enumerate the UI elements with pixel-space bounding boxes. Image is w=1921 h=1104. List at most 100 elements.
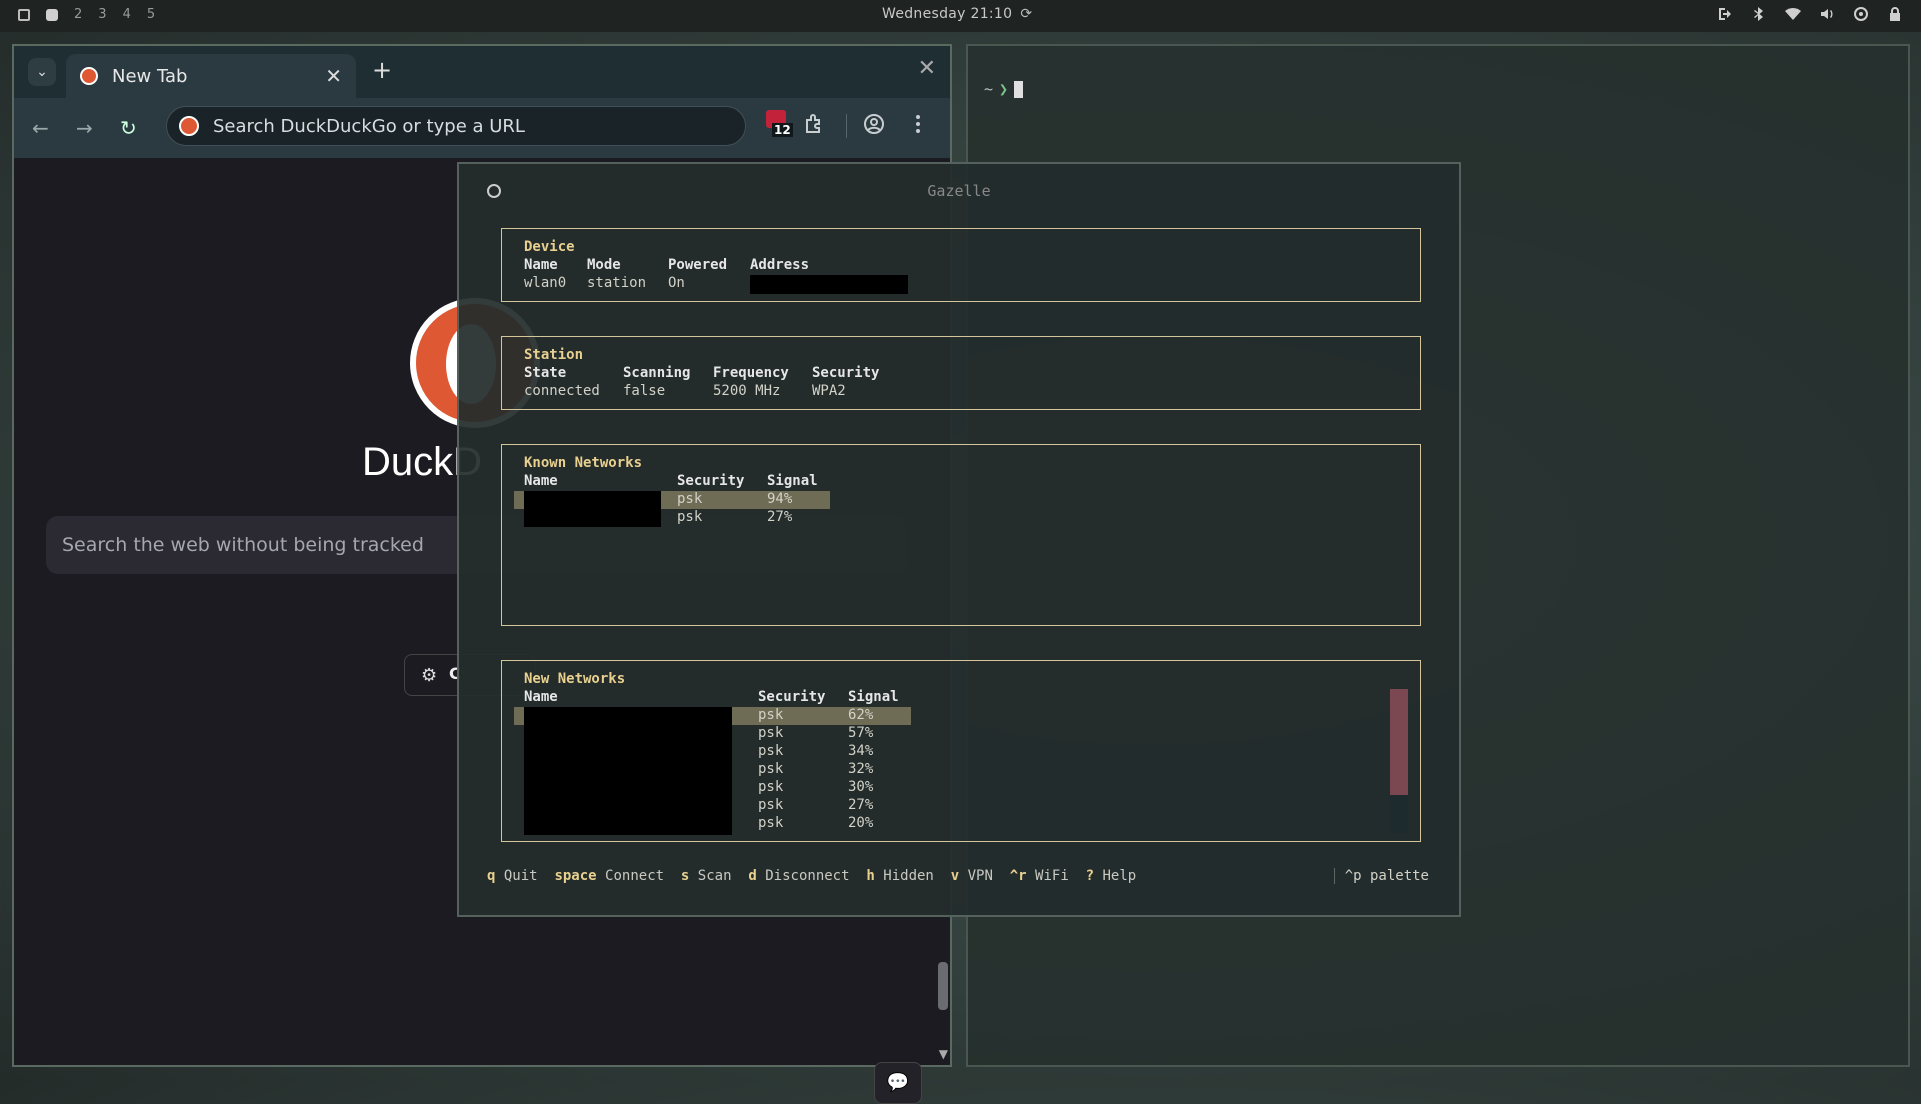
duckduckgo-favicon-icon bbox=[80, 67, 98, 85]
new-security: psk bbox=[758, 797, 784, 813]
station-security: WPA2 bbox=[812, 383, 846, 399]
ddg-search-placeholder: Search the web without being tracked bbox=[62, 534, 424, 556]
workspace-2[interactable]: 2 bbox=[74, 7, 82, 22]
tab-title: New Tab bbox=[112, 66, 188, 87]
known-header-row: Name Security Signal bbox=[524, 473, 818, 489]
new-header-signal: Signal bbox=[848, 689, 899, 705]
tab-strip: ⌄ New Tab ✕ + ✕ bbox=[14, 46, 950, 98]
new-networks-title: New Networks bbox=[524, 671, 626, 687]
device-panel: Device Name Mode Powered Address wlan0 s… bbox=[501, 228, 1421, 302]
network-icon[interactable] bbox=[1853, 6, 1869, 22]
known-signal: 27% bbox=[767, 509, 793, 525]
station-frequency: 5200 MHz bbox=[713, 383, 781, 399]
keybind-help[interactable]: ? Help bbox=[1086, 868, 1137, 884]
keybind-hidden[interactable]: h Hidden bbox=[866, 868, 950, 884]
workspace-4[interactable]: 4 bbox=[123, 7, 131, 22]
new-signal: 62% bbox=[848, 707, 874, 723]
scroll-down-icon[interactable]: ▼ bbox=[939, 1047, 948, 1061]
clock-text: Wednesday 21:10 bbox=[882, 6, 1013, 22]
device-header-name: Name bbox=[524, 257, 558, 273]
prompt-arrow: ❯ bbox=[999, 80, 1009, 98]
device-header-powered: Powered bbox=[668, 257, 728, 273]
layout-icon[interactable] bbox=[18, 8, 30, 21]
new-security: psk bbox=[758, 815, 784, 831]
logout-icon[interactable] bbox=[1717, 6, 1733, 22]
known-security: psk bbox=[677, 491, 703, 507]
extensions-puzzle-icon[interactable] bbox=[802, 112, 826, 136]
keybind-connect[interactable]: space Connect bbox=[554, 868, 680, 884]
known-networks-panel: Known Networks Name Security Signal psk … bbox=[501, 444, 1421, 626]
new-networks-scroll-thumb[interactable] bbox=[1390, 689, 1408, 795]
extension-badge-count: 12 bbox=[772, 123, 793, 137]
device-name: wlan0 bbox=[524, 275, 567, 291]
redacted-new-names bbox=[524, 707, 732, 835]
wifi-icon[interactable] bbox=[1785, 6, 1801, 22]
tab-close-icon[interactable]: ✕ bbox=[325, 64, 342, 88]
keybind-footer: q Quit space Connect s Scan d Disconnect… bbox=[487, 868, 1431, 884]
feedback-icon[interactable]: 💬 bbox=[874, 1062, 922, 1104]
extension-button[interactable]: 12 bbox=[766, 110, 793, 138]
known-header-security: Security bbox=[677, 473, 745, 489]
new-header-security: Security bbox=[758, 689, 826, 705]
keybind-scan[interactable]: s Scan bbox=[681, 868, 748, 884]
new-networks-panel: New Networks Name Security Signal psk 62%… bbox=[501, 660, 1421, 842]
device-title: Device bbox=[524, 239, 575, 255]
station-title: Station bbox=[524, 347, 584, 363]
keybind-quit[interactable]: q Quit bbox=[487, 868, 554, 884]
redacted-known-names bbox=[524, 491, 661, 527]
lock-icon[interactable] bbox=[1887, 6, 1903, 22]
scrollbar-thumb[interactable] bbox=[938, 962, 948, 1010]
sliders-icon: ⚙ bbox=[421, 665, 438, 686]
device-mode: station bbox=[587, 275, 647, 291]
system-tray bbox=[1717, 6, 1903, 22]
forward-icon[interactable]: → bbox=[76, 116, 93, 140]
station-header-state: State bbox=[524, 365, 567, 381]
browser-toolbar: ← → ↻ Search DuckDuckGo or type a URL 12 bbox=[14, 98, 950, 158]
device-header-row: Name Mode Powered Address bbox=[524, 257, 809, 273]
workspace-3[interactable]: 3 bbox=[98, 7, 106, 22]
address-bar-placeholder: Search DuckDuckGo or type a URL bbox=[213, 116, 525, 137]
station-header-frequency: Frequency bbox=[713, 365, 789, 381]
bluetooth-icon[interactable] bbox=[1751, 6, 1767, 22]
address-bar[interactable]: Search DuckDuckGo or type a URL bbox=[166, 106, 746, 146]
known-networks-title: Known Networks bbox=[524, 455, 643, 471]
back-icon[interactable]: ← bbox=[32, 116, 49, 140]
device-powered: On bbox=[668, 275, 685, 291]
new-tab-button[interactable]: + bbox=[372, 56, 392, 84]
keybind-vpn[interactable]: v VPN bbox=[951, 868, 1010, 884]
tab-new-tab[interactable]: New Tab ✕ bbox=[66, 54, 356, 98]
clock[interactable]: Wednesday 21:10 ⟳ bbox=[882, 6, 1032, 22]
new-signal: 32% bbox=[848, 761, 874, 777]
new-signal: 57% bbox=[848, 725, 874, 741]
shell-prompt: ~ ❯ bbox=[984, 80, 1024, 98]
station-header-scanning: Scanning bbox=[623, 365, 691, 381]
window-close-icon[interactable]: ✕ bbox=[918, 56, 936, 81]
profile-icon[interactable] bbox=[862, 112, 886, 136]
station-state: connected bbox=[524, 383, 600, 399]
keybind-disconnect[interactable]: d Disconnect bbox=[748, 868, 866, 884]
redacted-address bbox=[750, 275, 908, 294]
new-security: psk bbox=[758, 725, 784, 741]
command-palette-hint[interactable]: ^p palette bbox=[1333, 868, 1429, 884]
new-signal: 30% bbox=[848, 779, 874, 795]
top-bar: 2 3 4 5 Wednesday 21:10 ⟳ bbox=[0, 0, 1921, 32]
refresh-icon: ⟳ bbox=[1020, 6, 1033, 22]
new-header-row: Name Security Signal bbox=[524, 689, 899, 705]
reload-icon[interactable]: ↻ bbox=[120, 116, 137, 140]
new-networks-scrollbar[interactable] bbox=[1390, 689, 1408, 833]
gazelle-window: Gazelle Device Name Mode Powered Address… bbox=[457, 162, 1461, 917]
workspace-5[interactable]: 5 bbox=[147, 7, 155, 22]
volume-icon[interactable] bbox=[1819, 6, 1835, 22]
workspace-1-active[interactable] bbox=[46, 8, 58, 21]
duckduckgo-search-icon bbox=[179, 116, 199, 136]
new-security: psk bbox=[758, 761, 784, 777]
keybind-wifi[interactable]: ^r WiFi bbox=[1010, 868, 1086, 884]
prompt-directory: ~ bbox=[984, 80, 994, 98]
tab-search-button[interactable]: ⌄ bbox=[28, 58, 56, 86]
device-header-address: Address bbox=[750, 257, 810, 273]
device-value-row: wlan0 station On bbox=[524, 275, 750, 291]
device-header-mode: Mode bbox=[587, 257, 621, 273]
known-security: psk bbox=[677, 509, 703, 525]
menu-kebab-icon[interactable] bbox=[906, 112, 930, 136]
toolbar-divider bbox=[846, 114, 847, 138]
